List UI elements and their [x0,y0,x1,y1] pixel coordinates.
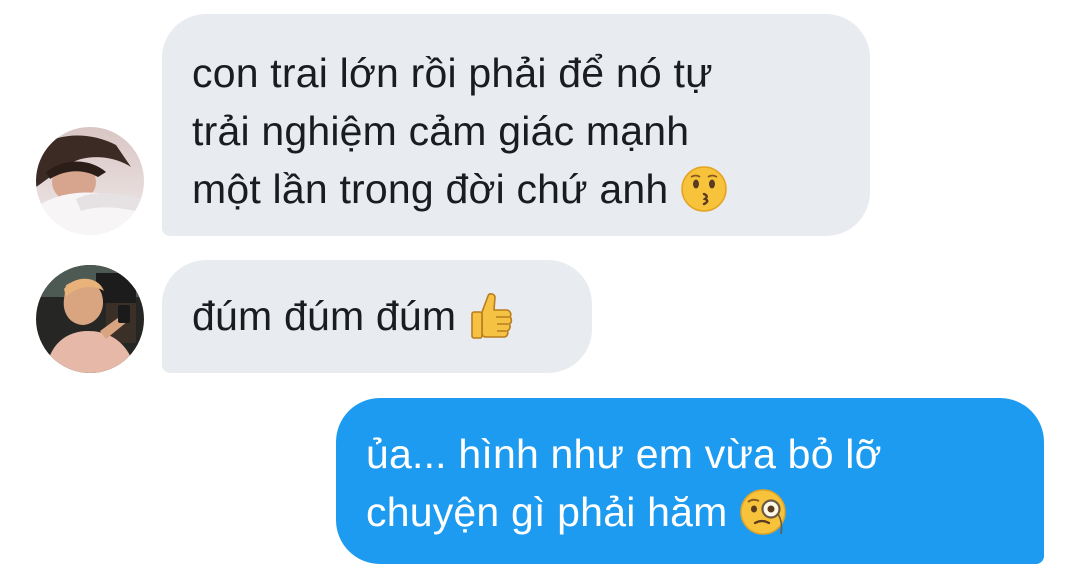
avatar-photo-person-selfie [36,265,144,373]
message-text-line: trải nghiệm cảm giác mạnh [192,108,690,154]
avatar-photo-sleeping-person [36,127,144,235]
message-text-line: ủa... hình như em vừa bỏ lỡ [366,431,882,477]
message-bubble-outgoing[interactable]: ủa... hình như em vừa bỏ lỡ chuyện gì ph… [336,398,1044,564]
kissing-face-icon [680,165,728,213]
message-text-line: chuyện gì phải hăm [366,483,1016,541]
message-text-line: đúm đúm đúm [192,287,564,345]
sender-avatar[interactable] [36,265,144,373]
message-text: một lần trong đời chứ anh [192,166,669,212]
message-text-line: một lần trong đời chứ anh [192,160,842,218]
message-text-line: con trai lớn rồi phải để nó tự [192,50,713,96]
face-with-monocle-icon [739,488,789,536]
message-bubble-incoming[interactable]: đúm đúm đúm [162,260,592,373]
sender-avatar[interactable] [36,127,144,235]
thumbs-up-icon [468,290,514,342]
message-text: đúm đúm đúm [192,293,457,339]
message-bubble-incoming[interactable]: con trai lớn rồi phải để nó tự trải nghi… [162,14,870,236]
message-text: chuyện gì phải hăm [366,489,728,535]
